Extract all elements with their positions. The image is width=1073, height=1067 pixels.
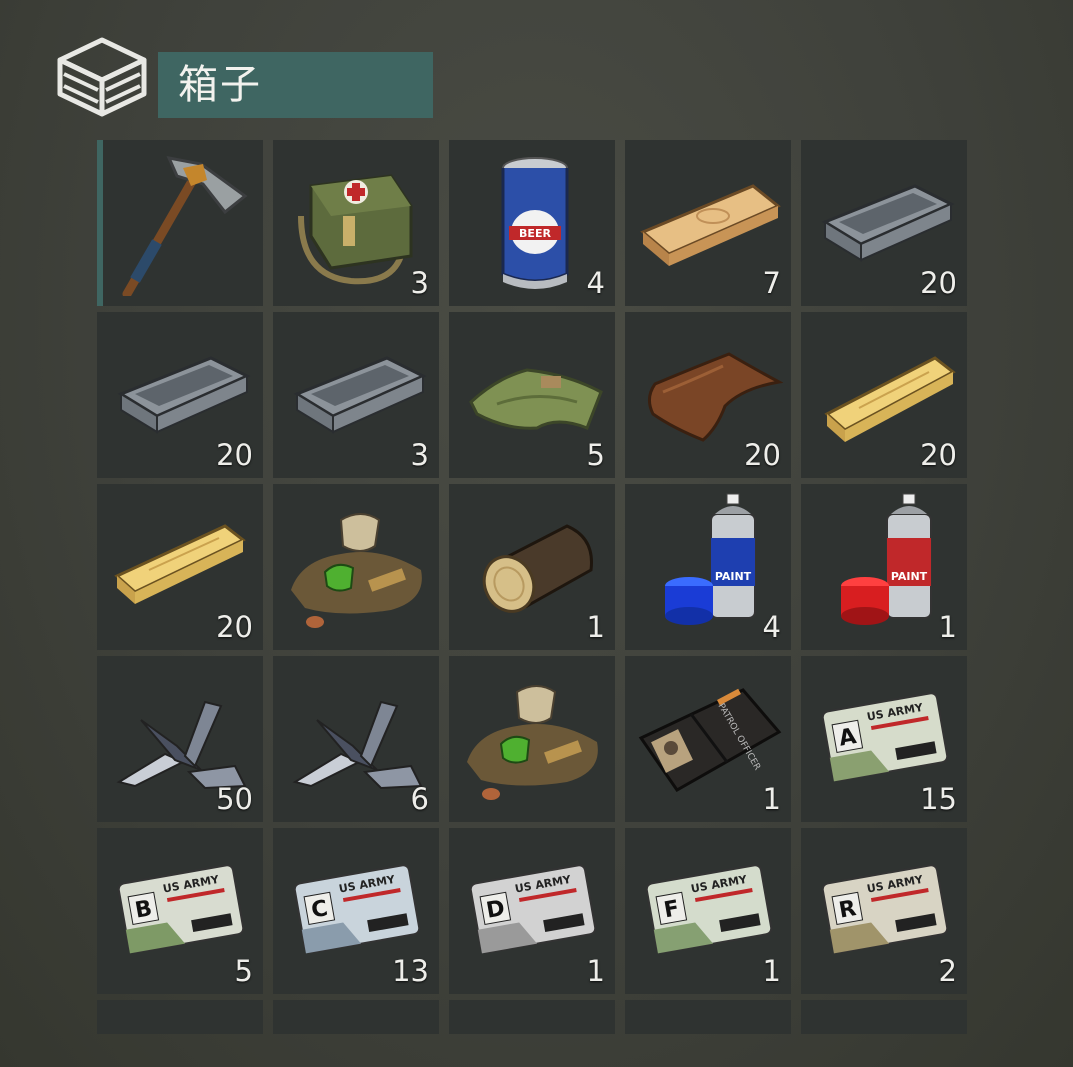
inventory-slot[interactable]: A US ARMY 15 [801,656,967,822]
item-quantity: 2 [938,954,957,988]
inventory-slot-empty[interactable] [449,1000,615,1034]
inventory-slot[interactable]: C US ARMY 13 [273,828,439,994]
item-quantity: 4 [586,266,605,300]
inventory-slot[interactable]: 20 [97,484,263,650]
inventory-slot[interactable]: 6 [273,656,439,822]
cloth-icon [469,368,603,430]
inventory-slot[interactable]: 5 [449,312,615,478]
paint-label: PAINT [891,570,928,583]
inventory-slot[interactable]: R US ARMY 2 [801,828,967,994]
inventory-slot[interactable] [449,656,615,822]
item-quantity: 3 [410,438,429,472]
container-title: 箱子 [158,52,433,118]
keycard-d-icon: D US ARMY [469,864,597,954]
wooden-plank-icon [640,184,781,266]
inventory-slot-empty[interactable] [273,1000,439,1034]
inventory-slot[interactable]: 1 [449,484,615,650]
inventory-slot[interactable]: F US ARMY 1 [625,828,791,994]
item-quantity: 5 [586,438,605,472]
inventory-slot[interactable]: 20 [625,312,791,478]
item-quantity: 3 [410,266,429,300]
item-quantity: 7 [762,266,781,300]
item-quantity: 5 [234,954,253,988]
item-quantity: 6 [410,782,429,816]
item-quantity: 4 [762,610,781,644]
junk-pile-icon [467,685,598,800]
item-quantity: 20 [920,266,957,300]
inventory-slot[interactable]: 50 [97,656,263,822]
inventory-slot[interactable]: 20 [97,312,263,478]
item-quantity: 1 [938,610,957,644]
inventory-slot[interactable]: 3 [273,312,439,478]
blue-spray-paint-icon: PAINT [665,493,756,625]
pickaxe-icon [122,155,248,296]
keycard-r-icon: R US ARMY [821,864,949,954]
keycard-f-icon: F US ARMY [645,864,773,954]
beer-label: BEER [519,227,551,240]
item-quantity: 20 [920,438,957,472]
medkit-bag-icon [298,174,413,285]
inventory-slot[interactable]: PATROL OFFICER 1 [625,656,791,822]
inventory-slot[interactable]: BEER 4 [449,140,615,306]
item-quantity: 20 [216,438,253,472]
item-quantity: 1 [586,954,605,988]
junk-pile-icon [291,513,422,628]
inventory-slot[interactable]: B US ARMY 5 [97,828,263,994]
crate-icon [57,37,147,117]
iron-ingot-icon [293,356,427,434]
inventory-slot-empty[interactable] [97,1000,263,1034]
inventory-slot[interactable]: PAINT 4 [625,484,791,650]
scrap-metal-icon [292,700,423,790]
item-quantity: 1 [762,954,781,988]
inventory-slot[interactable]: D US ARMY 1 [449,828,615,994]
inventory-slot[interactable]: PAINT 1 [801,484,967,650]
inventory-slot[interactable] [97,140,263,306]
item-quantity: 1 [586,610,605,644]
inventory-slot[interactable]: 3 [273,140,439,306]
log-icon [482,524,593,613]
item-quantity: 15 [920,782,957,816]
beer-can-icon: BEER [501,157,569,289]
item-quantity: 13 [392,954,429,988]
patrol-wallet-icon: PATROL OFFICER [638,688,782,792]
inventory-slot[interactable] [273,484,439,650]
inventory-slot-empty[interactable] [801,1000,967,1034]
item-quantity: 50 [216,782,253,816]
item-quantity: 1 [762,782,781,816]
inventory-slot[interactable]: 7 [625,140,791,306]
paint-label: PAINT [715,570,752,583]
red-spray-paint-icon: PAINT [841,493,932,625]
inventory-slot-empty[interactable] [625,1000,791,1034]
inventory-slot[interactable]: 20 [801,140,967,306]
item-quantity: 20 [216,610,253,644]
inventory-slot[interactable]: 20 [801,312,967,478]
keycard-b-icon: B US ARMY [117,864,245,954]
item-quantity: 20 [744,438,781,472]
